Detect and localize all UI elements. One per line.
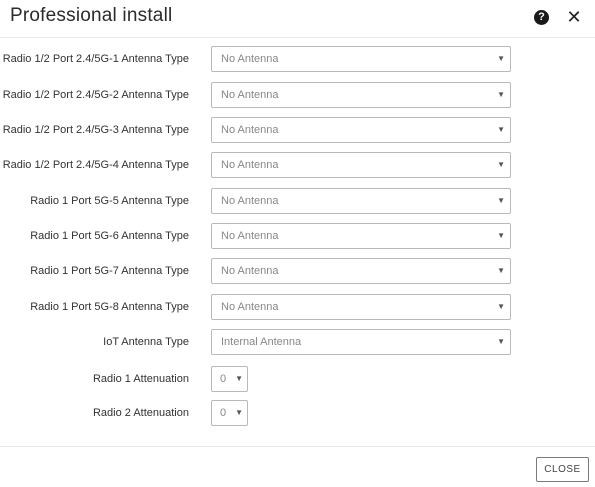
field-row-radio2-attenuation: Radio 2 Attenuation 0 ▼ <box>0 400 595 426</box>
chevron-down-icon: ▼ <box>235 374 243 383</box>
field-label: Radio 1 Attenuation <box>92 373 189 385</box>
chevron-down-icon: ▼ <box>497 196 505 205</box>
chevron-down-icon: ▼ <box>497 337 505 346</box>
chevron-down-icon: ▼ <box>497 160 505 169</box>
select-value: No Antenna <box>221 195 279 207</box>
field-label: Radio 1 Port 5G-5 Antenna Type <box>30 195 189 207</box>
field-row-port-3: Radio 1/2 Port 2.4/5G-3 Antenna Type No … <box>0 117 595 143</box>
close-button[interactable]: CLOSE <box>536 457 589 482</box>
antenna-type-select-port-4[interactable]: No Antenna ▼ <box>211 152 511 178</box>
field-row-port-1: Radio 1/2 Port 2.4/5G-1 Antenna Type No … <box>0 46 595 72</box>
field-label: IoT Antenna Type <box>103 336 189 348</box>
select-value: No Antenna <box>221 159 279 171</box>
select-value: No Antenna <box>221 301 279 313</box>
field-label: Radio 1/2 Port 2.4/5G-2 Antenna Type <box>2 89 189 101</box>
field-row-port-2: Radio 1/2 Port 2.4/5G-2 Antenna Type No … <box>0 82 595 108</box>
close-icon[interactable]: ✕ <box>565 7 583 27</box>
field-label: Radio 1 Port 5G-8 Antenna Type <box>30 301 189 313</box>
select-value: No Antenna <box>221 53 279 65</box>
antenna-type-select-port-7[interactable]: No Antenna ▼ <box>211 258 511 284</box>
select-value: No Antenna <box>221 230 279 242</box>
field-row-port-7: Radio 1 Port 5G-7 Antenna Type No Antenn… <box>0 258 595 284</box>
antenna-type-select-port-8[interactable]: No Antenna ▼ <box>211 294 511 320</box>
dialog-header: Professional install ? ✕ <box>0 0 595 38</box>
field-row-radio1-attenuation: Radio 1 Attenuation 0 ▼ <box>0 366 595 392</box>
select-value: 0 <box>220 407 227 419</box>
select-value: No Antenna <box>221 124 279 136</box>
field-label: Radio 1 Port 5G-6 Antenna Type <box>30 230 189 242</box>
radio2-attenuation-select[interactable]: 0 ▼ <box>211 400 248 426</box>
chevron-down-icon: ▼ <box>497 54 505 63</box>
antenna-type-select-port-6[interactable]: No Antenna ▼ <box>211 223 511 249</box>
help-icon[interactable]: ? <box>534 10 549 25</box>
iot-antenna-type-select[interactable]: Internal Antenna ▼ <box>211 329 511 355</box>
antenna-type-select-port-2[interactable]: No Antenna ▼ <box>211 82 511 108</box>
chevron-down-icon: ▼ <box>497 125 505 134</box>
field-label: Radio 1/2 Port 2.4/5G-1 Antenna Type <box>2 53 189 65</box>
field-row-port-6: Radio 1 Port 5G-6 Antenna Type No Antenn… <box>0 223 595 249</box>
antenna-type-select-port-3[interactable]: No Antenna ▼ <box>211 117 511 143</box>
select-value: Internal Antenna <box>221 336 302 348</box>
professional-install-dialog: Professional install ? ✕ Radio 1/2 Port … <box>0 0 595 486</box>
antenna-type-select-port-5[interactable]: No Antenna ▼ <box>211 188 511 214</box>
dialog-title: Professional install <box>10 5 173 26</box>
chevron-down-icon: ▼ <box>497 302 505 311</box>
select-value: 0 <box>220 373 227 385</box>
dialog-footer <box>0 446 595 487</box>
select-value: No Antenna <box>221 89 279 101</box>
field-row-port-4: Radio 1/2 Port 2.4/5G-4 Antenna Type No … <box>0 152 595 178</box>
chevron-down-icon: ▼ <box>497 231 505 240</box>
chevron-down-icon: ▼ <box>235 408 243 417</box>
field-label: Radio 1/2 Port 2.4/5G-3 Antenna Type <box>2 124 189 136</box>
select-value: No Antenna <box>221 265 279 277</box>
field-label: Radio 2 Attenuation <box>92 407 189 419</box>
field-row-port-8: Radio 1 Port 5G-8 Antenna Type No Antenn… <box>0 294 595 320</box>
field-row-port-5: Radio 1 Port 5G-5 Antenna Type No Antenn… <box>0 188 595 214</box>
radio1-attenuation-select[interactable]: 0 ▼ <box>211 366 248 392</box>
chevron-down-icon: ▼ <box>497 266 505 275</box>
field-row-iot: IoT Antenna Type Internal Antenna ▼ <box>0 329 595 355</box>
antenna-type-select-port-1[interactable]: No Antenna ▼ <box>211 46 511 72</box>
field-label: Radio 1 Port 5G-7 Antenna Type <box>30 265 189 277</box>
field-label: Radio 1/2 Port 2.4/5G-4 Antenna Type <box>2 159 189 171</box>
chevron-down-icon: ▼ <box>497 90 505 99</box>
